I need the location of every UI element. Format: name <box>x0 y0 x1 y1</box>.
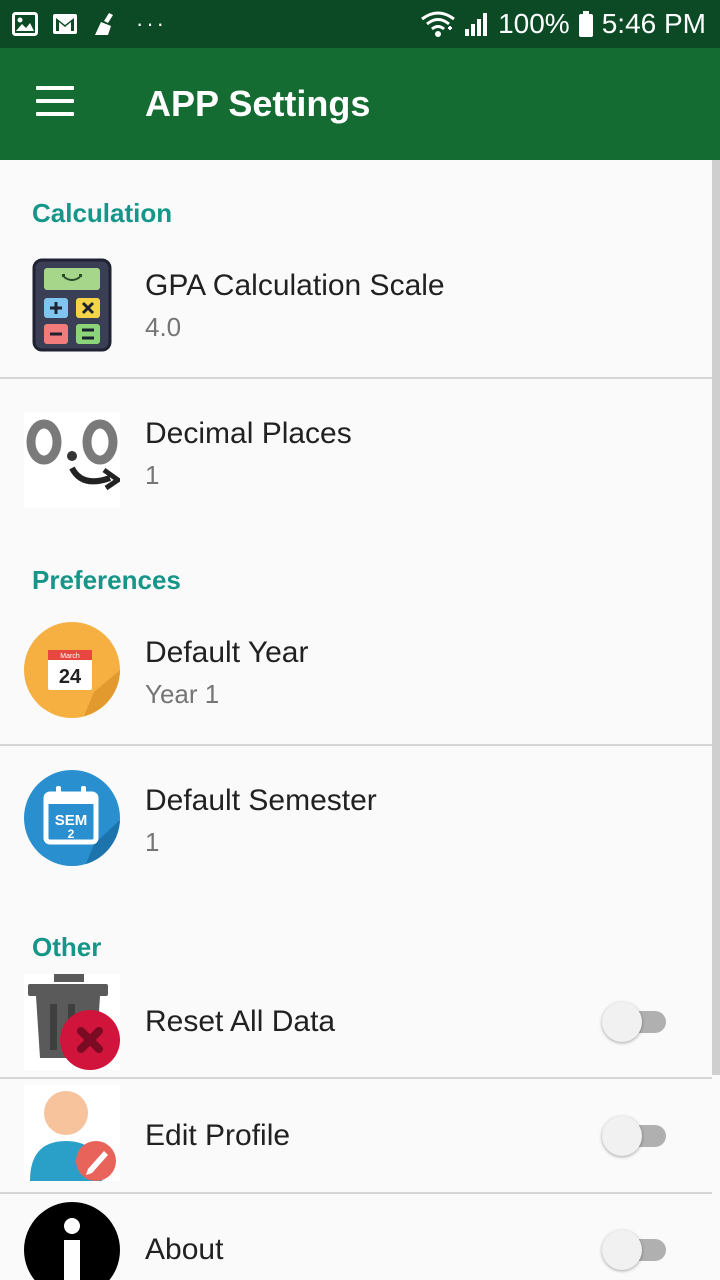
battery-percent: 100% <box>498 8 570 39</box>
about-toggle[interactable] <box>602 1230 666 1270</box>
toggle-thumb <box>602 1230 642 1270</box>
trash-delete-icon <box>24 974 120 1070</box>
setting-default-semester[interactable]: SEM 2 Default Semester 1 <box>0 746 712 896</box>
semester-calendar-icon: SEM 2 <box>24 770 120 866</box>
setting-about[interactable]: About <box>0 1194 712 1280</box>
reset-all-data-toggle[interactable] <box>602 1002 666 1042</box>
setting-edit-profile[interactable]: Edit Profile <box>0 1079 712 1192</box>
more-notifications-indicator: ··· <box>136 11 167 36</box>
setting-title: Default Semester <box>145 784 377 817</box>
divider <box>0 377 712 379</box>
section-header-calculation: Calculation <box>32 198 173 228</box>
cleaner-icon <box>95 13 113 35</box>
system-status: 100% 5:46 PM <box>420 6 706 42</box>
setting-value: 1 <box>145 460 160 490</box>
setting-value: 1 <box>145 827 160 857</box>
clock: 5:46 PM <box>601 8 706 39</box>
user-edit-icon <box>24 1085 120 1181</box>
setting-value: 4.0 <box>145 312 182 342</box>
setting-default-year[interactable]: March 24 Default Year Year 1 <box>0 606 712 744</box>
calendar-month-label: March <box>60 653 80 660</box>
wifi-icon <box>421 11 455 37</box>
setting-title: Decimal Places <box>145 417 352 450</box>
toggle-thumb <box>602 1002 642 1042</box>
semester-number-label: 2 <box>68 827 75 841</box>
signal-icon <box>465 13 488 36</box>
info-icon <box>24 1202 120 1280</box>
setting-title: About <box>145 1233 224 1266</box>
edit-profile-toggle[interactable] <box>602 1116 666 1156</box>
setting-decimal-places[interactable]: Decimal Places 1 <box>0 380 712 530</box>
scrollbar[interactable] <box>712 160 720 1075</box>
gmail-icon <box>53 14 77 34</box>
page-title: APP Settings <box>145 83 371 124</box>
hamburger-menu-icon[interactable] <box>36 86 76 116</box>
toggle-thumb <box>602 1116 642 1156</box>
section-header-other: Other <box>32 932 102 962</box>
calendar-icon: March 24 <box>24 622 120 718</box>
status-bar: ··· 100% 5:46 PM <box>0 0 720 48</box>
gallery-icon <box>12 12 38 36</box>
setting-title: Edit Profile <box>145 1119 291 1152</box>
setting-value: Year 1 <box>145 679 220 709</box>
section-header-preferences: Preferences <box>32 565 181 595</box>
calendar-day-label: 24 <box>59 666 82 688</box>
decimal-places-icon <box>24 412 120 508</box>
calculator-icon <box>32 258 112 352</box>
setting-gpa-calculation-scale[interactable]: GPA Calculation Scale 4.0 <box>0 240 712 378</box>
setting-reset-all-data[interactable]: Reset All Data <box>0 970 712 1077</box>
app-bar: APP Settings <box>0 48 720 160</box>
notification-icons: ··· <box>12 10 167 38</box>
setting-title: Reset All Data <box>145 1005 336 1038</box>
setting-title: Default Year <box>145 636 309 669</box>
setting-title: GPA Calculation Scale <box>145 269 445 302</box>
battery-icon <box>578 11 593 37</box>
